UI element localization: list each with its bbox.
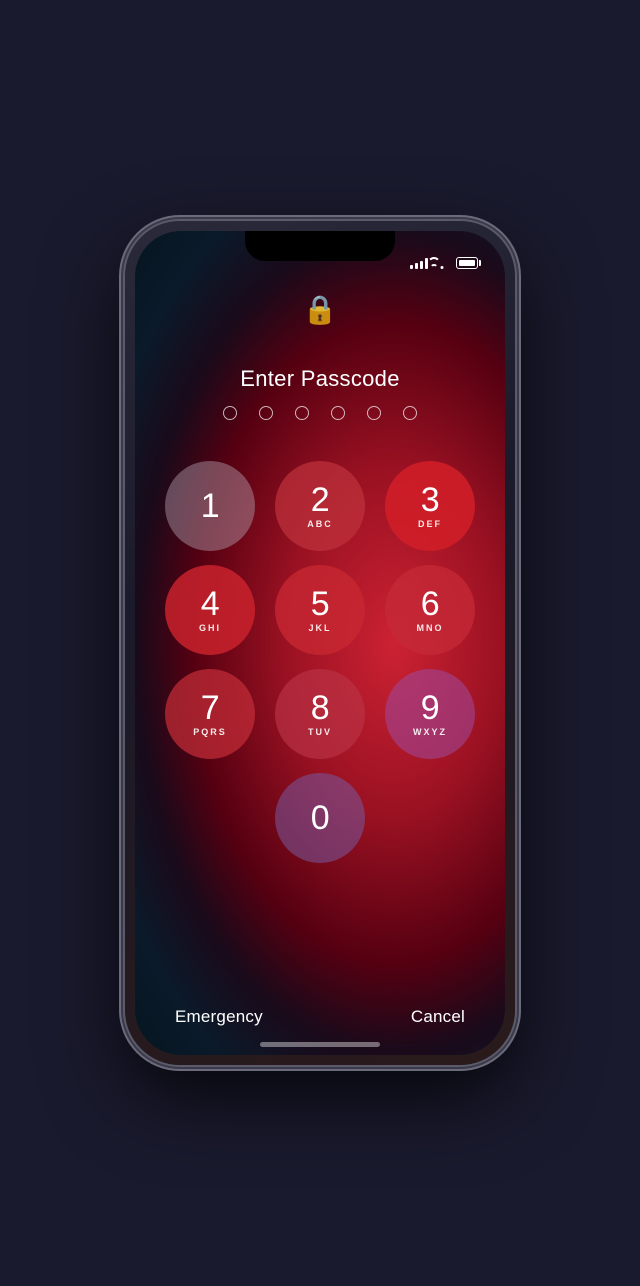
- passcode-dots: [135, 406, 505, 420]
- key-4[interactable]: 4 GHI: [165, 565, 255, 655]
- key-2[interactable]: 2 ABC: [275, 461, 365, 551]
- lock-icon: 🔒: [303, 296, 338, 324]
- status-icons: [410, 257, 481, 269]
- passcode-dot-3: [295, 406, 309, 420]
- key-1[interactable]: 1: [165, 461, 255, 551]
- key-5[interactable]: 5 JKL: [275, 565, 365, 655]
- phone-screen: 🔒 Enter Passcode 1 2 ABC: [135, 231, 505, 1055]
- notch: [245, 231, 395, 261]
- keypad: 1 2 ABC 3 DEF 4 GHI 5 JKL: [135, 461, 505, 863]
- home-indicator: [260, 1042, 380, 1047]
- key-7[interactable]: 7 PQRS: [165, 669, 255, 759]
- emergency-button[interactable]: Emergency: [175, 1007, 263, 1027]
- wifi-icon: [434, 257, 450, 269]
- key-6[interactable]: 6 MNO: [385, 565, 475, 655]
- key-9[interactable]: 9 WXYZ: [385, 669, 475, 759]
- passcode-dot-1: [223, 406, 237, 420]
- keypad-row-1: 1 2 ABC 3 DEF: [165, 461, 475, 551]
- passcode-title: Enter Passcode: [135, 366, 505, 392]
- lock-icon-container: 🔒: [303, 296, 338, 324]
- passcode-dot-2: [259, 406, 273, 420]
- key-8[interactable]: 8 TUV: [275, 669, 365, 759]
- battery-icon: [456, 257, 481, 269]
- keypad-row-3: 7 PQRS 8 TUV 9 WXYZ: [165, 669, 475, 759]
- keypad-row-4: 0: [165, 773, 475, 863]
- key-3[interactable]: 3 DEF: [385, 461, 475, 551]
- passcode-dot-5: [367, 406, 381, 420]
- keypad-row-2: 4 GHI 5 JKL 6 MNO: [165, 565, 475, 655]
- cancel-button[interactable]: Cancel: [411, 1007, 465, 1027]
- passcode-dot-4: [331, 406, 345, 420]
- key-0[interactable]: 0: [275, 773, 365, 863]
- bottom-bar: Emergency Cancel: [135, 1007, 505, 1027]
- passcode-dot-6: [403, 406, 417, 420]
- signal-icon: [410, 257, 428, 269]
- phone-frame: 🔒 Enter Passcode 1 2 ABC: [125, 221, 515, 1065]
